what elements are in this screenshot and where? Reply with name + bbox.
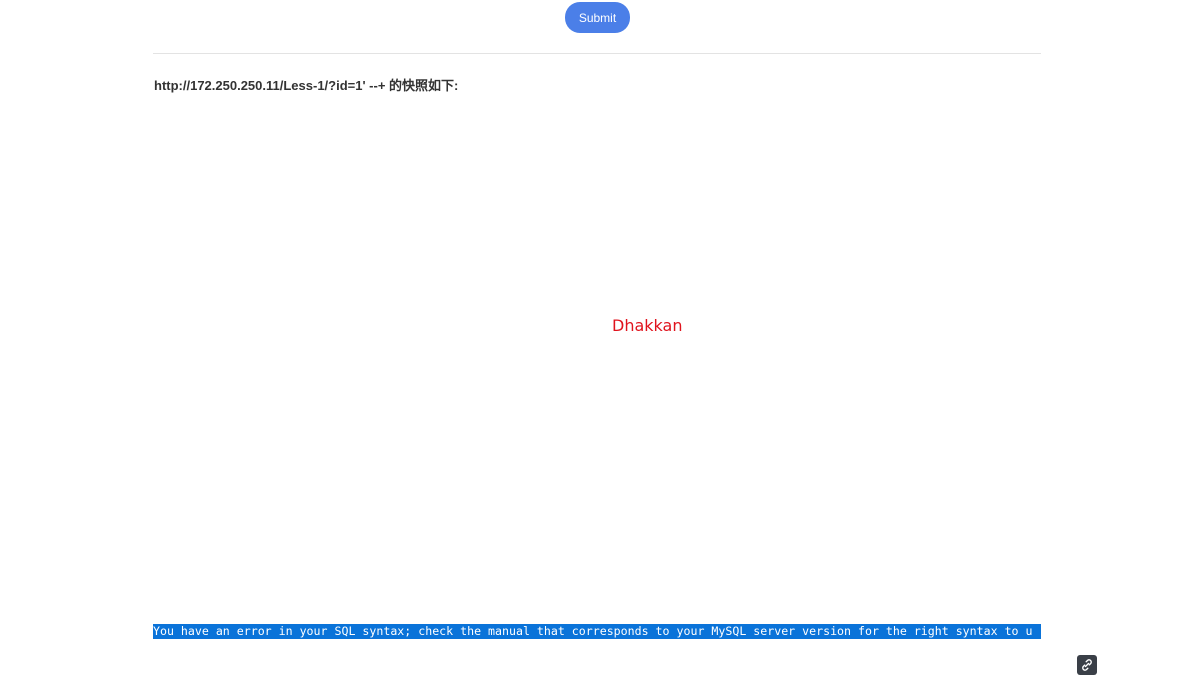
link-icon: [1082, 659, 1092, 671]
page: Submit http://172.250.250.11/Less-1/?id=…: [0, 0, 1198, 687]
divider: [153, 53, 1041, 54]
snapshot-heading: http://172.250.250.11/Less-1/?id=1' --+ …: [154, 78, 459, 93]
sql-error-message[interactable]: You have an error in your SQL syntax; ch…: [153, 624, 1041, 639]
dhakkan-text: Dhakkan: [612, 316, 683, 335]
floating-tool-button[interactable]: [1077, 655, 1097, 675]
submit-button[interactable]: Submit: [565, 2, 630, 33]
snapshot-frame: Dhakkan You have an error in your SQL sy…: [153, 100, 1041, 645]
